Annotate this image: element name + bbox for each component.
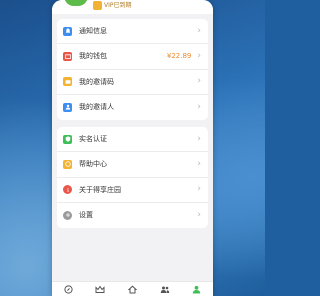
chevron-right-icon: › — [197, 76, 201, 87]
menu-label: 我的钱包 — [79, 52, 107, 61]
wallet-balance: ¥22.89 — [166, 52, 192, 61]
menu-item-about[interactable]: 关于得享庄园 › — [57, 178, 208, 203]
info-icon — [63, 185, 72, 195]
app-screen: VIP已到期 通知信息 › 我的钱包 ¥22.89 › 我的邀请码 › 我的邀请… — [52, 0, 213, 296]
menu-label: 我的邀请码 — [79, 77, 114, 86]
menu-label: 通知信息 — [79, 27, 107, 36]
menu-card-settings: 实名认证 › 帮助中心 › 关于得享庄园 › 设置 › — [57, 127, 208, 228]
menu-item-help[interactable]: 帮助中心 › — [57, 152, 208, 178]
group-icon[interactable] — [160, 284, 170, 294]
person-icon — [63, 102, 72, 112]
bell-icon — [63, 26, 72, 36]
profile-icon[interactable] — [192, 284, 202, 294]
chevron-right-icon: › — [197, 158, 201, 169]
chevron-right-icon: › — [197, 133, 201, 144]
avatar[interactable] — [64, 0, 88, 6]
menu-label: 帮助中心 — [79, 160, 107, 169]
crown-icon[interactable] — [95, 284, 105, 294]
home-icon[interactable] — [127, 284, 137, 294]
menu-item-wallet[interactable]: 我的钱包 ¥22.89 › — [57, 44, 208, 70]
chevron-right-icon: › — [197, 209, 201, 220]
gear-icon — [63, 210, 72, 220]
chevron-right-icon: › — [197, 25, 201, 36]
vip-status: VIP已到期 — [104, 2, 132, 9]
help-icon — [63, 159, 72, 169]
menu-label: 关于得享庄园 — [79, 185, 121, 194]
menu-item-invite-code[interactable]: 我的邀请码 › — [57, 70, 208, 95]
chevron-right-icon: › — [197, 50, 201, 61]
wallet-icon — [63, 51, 72, 61]
menu-label: 设置 — [79, 211, 93, 220]
vip-badge-icon — [93, 1, 102, 10]
menu-card-account: 通知信息 › 我的钱包 ¥22.89 › 我的邀请码 › 我的邀请人 › — [57, 19, 208, 120]
menu-label: 实名认证 — [79, 135, 107, 144]
menu-item-settings[interactable]: 设置 › — [57, 203, 208, 228]
bottom-nav — [52, 281, 213, 296]
menu-item-inviter[interactable]: 我的邀请人 › — [57, 95, 208, 120]
chevron-right-icon: › — [197, 184, 201, 195]
chevron-right-icon: › — [197, 101, 201, 112]
shield-icon — [63, 134, 72, 144]
menu-item-notifications[interactable]: 通知信息 › — [57, 19, 208, 45]
profile-header: VIP已到期 — [52, 0, 213, 14]
ticket-icon — [63, 77, 72, 87]
menu-item-verification[interactable]: 实名认证 › — [57, 127, 208, 153]
compass-icon[interactable] — [63, 284, 73, 294]
menu-label: 我的邀请人 — [79, 103, 114, 112]
